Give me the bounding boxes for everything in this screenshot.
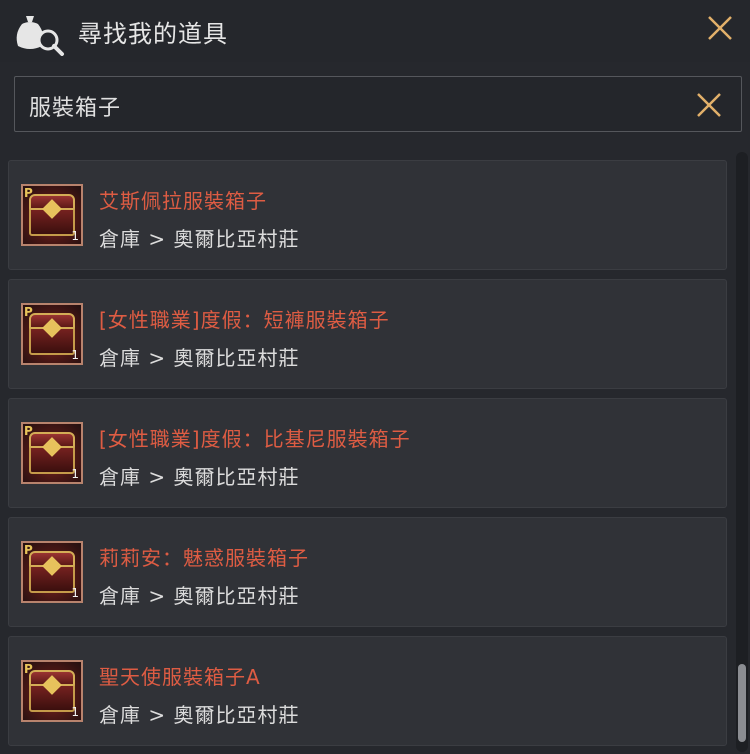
costume-box-icon: P 1 — [21, 184, 83, 246]
costume-box-icon: P 1 — [21, 303, 83, 365]
result-item[interactable]: P 1 [女性職業]度假：短褲服裝箱子 倉庫 > 奧爾比亞村莊 — [8, 279, 727, 389]
scrollbar-thumb[interactable] — [738, 664, 746, 742]
item-quantity: 1 — [71, 348, 79, 362]
result-item[interactable]: P 1 莉莉安：魅惑服裝箱子 倉庫 > 奧爾比亞村莊 — [8, 517, 727, 627]
scrollbar[interactable] — [736, 152, 748, 752]
close-icon — [708, 16, 732, 40]
title-bar: 尋找我的道具 — [0, 0, 750, 62]
item-quantity: 1 — [71, 586, 79, 600]
p-badge: P — [24, 305, 33, 319]
p-badge: P — [24, 424, 33, 438]
costume-box-icon: P 1 — [21, 660, 83, 722]
item-quantity: 1 — [71, 229, 79, 243]
window-title: 尋找我的道具 — [78, 20, 228, 48]
p-badge: P — [24, 186, 33, 200]
find-my-item-window: 尋找我的道具 服裝箱子 P 1 艾斯佩拉服裝箱子 倉庫 > 奧爾比亞村莊 P 1… — [0, 0, 750, 754]
item-name: [女性職業]度假：短褲服裝箱子 — [99, 308, 390, 332]
costume-box-icon: P 1 — [21, 541, 83, 603]
item-name: [女性職業]度假：比基尼服裝箱子 — [99, 427, 411, 451]
item-location: 倉庫 > 奧爾比亞村莊 — [99, 703, 300, 727]
item-quantity: 1 — [71, 705, 79, 719]
search-input[interactable]: 服裝箱子 — [14, 76, 742, 132]
item-name: 艾斯佩拉服裝箱子 — [99, 189, 267, 213]
item-name: 莉莉安：魅惑服裝箱子 — [99, 546, 309, 570]
search-value[interactable]: 服裝箱子 — [29, 90, 121, 122]
p-badge: P — [24, 662, 33, 676]
money-bag-search-icon — [16, 16, 64, 56]
result-item[interactable]: P 1 [女性職業]度假：比基尼服裝箱子 倉庫 > 奧爾比亞村莊 — [8, 398, 727, 508]
close-button[interactable] — [700, 8, 740, 48]
item-name: 聖天使服裝箱子A — [99, 665, 261, 689]
result-item[interactable]: P 1 聖天使服裝箱子A 倉庫 > 奧爾比亞村莊 — [8, 636, 727, 746]
clear-icon — [697, 93, 721, 117]
item-location: 倉庫 > 奧爾比亞村莊 — [99, 584, 300, 608]
costume-box-icon: P 1 — [21, 422, 83, 484]
item-location: 倉庫 > 奧爾比亞村莊 — [99, 465, 300, 489]
clear-search-button[interactable] — [689, 85, 729, 125]
result-item[interactable]: P 1 艾斯佩拉服裝箱子 倉庫 > 奧爾比亞村莊 — [8, 160, 727, 270]
item-quantity: 1 — [71, 467, 79, 481]
item-location: 倉庫 > 奧爾比亞村莊 — [99, 346, 300, 370]
result-list: P 1 艾斯佩拉服裝箱子 倉庫 > 奧爾比亞村莊 P 1 [女性職業]度假：短褲… — [0, 146, 750, 754]
p-badge: P — [24, 543, 33, 557]
item-location: 倉庫 > 奧爾比亞村莊 — [99, 227, 300, 251]
